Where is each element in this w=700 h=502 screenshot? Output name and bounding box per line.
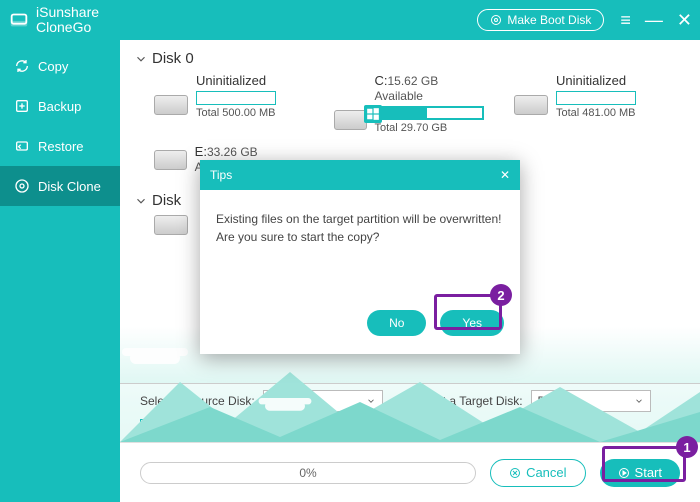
chevron-down-icon bbox=[634, 396, 644, 406]
sidebar-item-disk-clone[interactable]: Disk Clone bbox=[0, 166, 120, 206]
partition-total: Total 481.00 MB bbox=[556, 107, 636, 119]
sidebar-item-copy[interactable]: Copy bbox=[0, 46, 120, 86]
title-bar: iSunshareCloneGo Make Boot Disk ≡ — ✕ bbox=[0, 0, 700, 40]
option-hibernate[interactable]: Hibernate bbox=[387, 418, 452, 432]
target-disk-label: Select a Target Disk: bbox=[413, 394, 523, 408]
dialog-no-button[interactable]: No bbox=[367, 310, 426, 336]
drive-icon bbox=[154, 215, 188, 235]
disk-name: Disk 0 bbox=[152, 50, 194, 67]
annotation-box-start bbox=[602, 446, 686, 482]
progress-bar: 0% bbox=[140, 462, 476, 484]
drive-icon bbox=[154, 95, 188, 115]
partition-uninitialized-1[interactable]: Uninitialized Total 481.00 MB bbox=[514, 73, 664, 134]
dialog-titlebar: Tips ✕ bbox=[200, 160, 520, 190]
target-disk-select[interactable]: Disk 1 bbox=[531, 390, 651, 412]
chevron-down-icon bbox=[366, 396, 376, 406]
make-boot-disk-button[interactable]: Make Boot Disk bbox=[477, 9, 604, 31]
partition-total: Total 29.70 GB bbox=[375, 122, 485, 134]
decoration-cloud bbox=[265, 401, 305, 411]
usage-bar bbox=[375, 106, 485, 120]
after-finished-row: After Finished: Shutdown Restart Hiberna… bbox=[120, 412, 700, 442]
after-finished-checkbox[interactable] bbox=[140, 419, 152, 431]
after-finished-label: After Finished: bbox=[162, 418, 239, 432]
brand-logo: iSunshareCloneGo bbox=[8, 5, 99, 34]
partition-label: Uninitialized bbox=[196, 73, 276, 88]
partition-label: Uninitialized bbox=[556, 73, 636, 88]
drive-icon bbox=[154, 150, 187, 170]
minimize-button[interactable]: — bbox=[645, 10, 663, 31]
dialog-close-button[interactable]: ✕ bbox=[500, 168, 510, 182]
restore-icon bbox=[14, 138, 30, 154]
brand-text: iSunshareCloneGo bbox=[36, 5, 99, 34]
sidebar-item-backup[interactable]: Backup bbox=[0, 86, 120, 126]
partition-c[interactable]: C:15.62 GB Available Total 29.70 GB bbox=[334, 73, 484, 134]
drive-icon bbox=[514, 95, 548, 115]
disk-0-header[interactable]: Disk 0 bbox=[134, 50, 680, 67]
dialog-message: Existing files on the target partition w… bbox=[200, 190, 520, 300]
close-button[interactable]: ✕ bbox=[677, 10, 692, 31]
sidebar-label: Restore bbox=[38, 139, 84, 154]
chevron-down-icon bbox=[134, 194, 148, 208]
cancel-label: Cancel bbox=[526, 465, 566, 480]
partition-total: Total 500.00 MB bbox=[196, 107, 276, 119]
backup-icon bbox=[14, 98, 30, 114]
disc-icon bbox=[490, 14, 502, 26]
partition-label: C:15.62 GB Available bbox=[375, 73, 485, 103]
disk-0-section: Disk 0 Uninitialized Total 500.00 MB bbox=[120, 40, 700, 174]
sidebar-label: Copy bbox=[38, 59, 68, 74]
sidebar: Copy Backup Restore Disk Clone bbox=[0, 40, 120, 502]
sidebar-label: Disk Clone bbox=[38, 179, 101, 194]
disk-clone-icon bbox=[14, 178, 30, 194]
annotation-badge-1: 1 bbox=[676, 436, 698, 458]
annotation-badge-2: 2 bbox=[490, 284, 512, 306]
partition-uninitialized-0[interactable]: Uninitialized Total 500.00 MB bbox=[154, 73, 304, 134]
refresh-icon bbox=[14, 58, 30, 74]
menu-button[interactable]: ≡ bbox=[620, 10, 631, 31]
app-window: iSunshareCloneGo Make Boot Disk ≡ — ✕ Co… bbox=[0, 0, 700, 502]
decoration-cloud bbox=[130, 352, 180, 364]
target-disk-value: Disk 1 bbox=[538, 394, 571, 408]
make-boot-disk-label: Make Boot Disk bbox=[507, 13, 591, 27]
windows-icon bbox=[366, 107, 380, 121]
chevron-down-icon bbox=[134, 52, 148, 66]
usage-bar bbox=[196, 91, 276, 105]
app-icon bbox=[8, 9, 30, 31]
disk-selector-row: Select a Source Disk: Disk 0 Select a Ta… bbox=[120, 383, 700, 412]
usage-bar bbox=[556, 91, 636, 105]
option-shutdown[interactable]: Shutdown bbox=[249, 418, 315, 432]
cancel-icon bbox=[509, 467, 521, 479]
disk-name: Disk bbox=[152, 192, 181, 209]
sidebar-label: Backup bbox=[38, 99, 81, 114]
option-restart[interactable]: Restart bbox=[326, 418, 378, 432]
dialog-title: Tips bbox=[210, 168, 232, 182]
drive-icon bbox=[334, 110, 367, 130]
source-disk-label: Select a Source Disk: bbox=[140, 394, 255, 408]
window-controls: ≡ — ✕ bbox=[620, 10, 692, 31]
sidebar-item-restore[interactable]: Restore bbox=[0, 126, 120, 166]
cancel-button[interactable]: Cancel bbox=[490, 459, 585, 487]
